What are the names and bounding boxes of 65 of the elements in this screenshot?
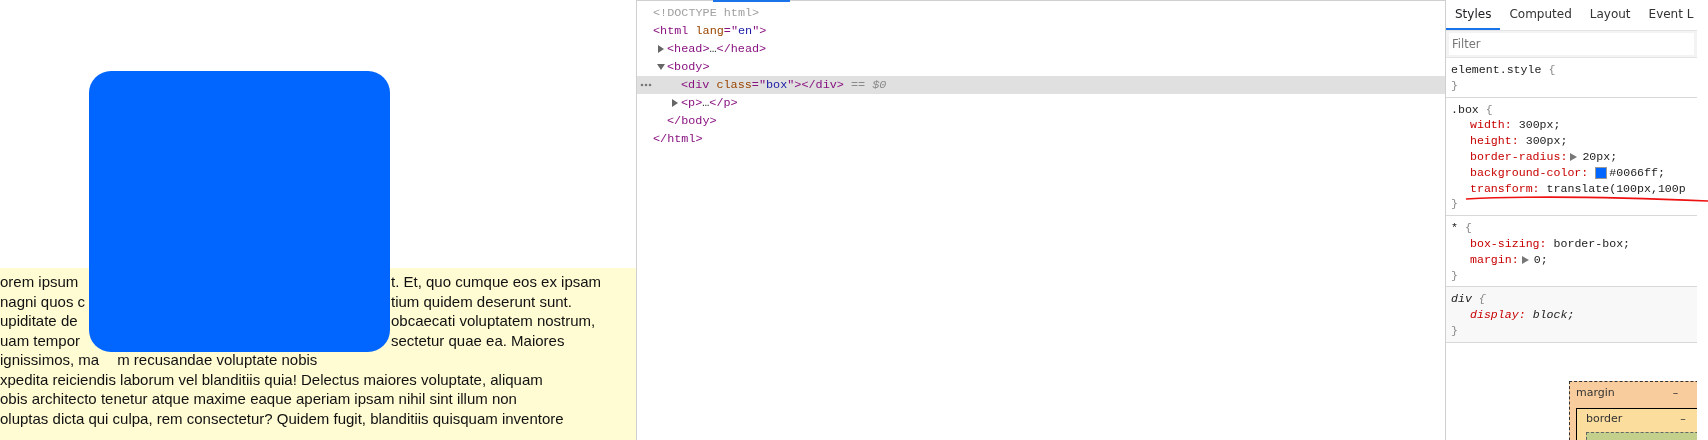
css-property: display: [1470,307,1526,323]
paragraph-text: t. Et, quo cumque eos ex ipsam [391,272,602,292]
closing-brace: } [1451,196,1458,213]
closing-brace: } [1451,77,1458,94]
dom-node-text: <p>…</p> [681,96,738,110]
paragraph-text: sectetur quae ea. Maiores [391,330,565,350]
css-value: block; [1532,307,1575,323]
dom-node-text: <body> [667,60,710,74]
collapsed-triangle-icon[interactable] [671,99,679,107]
css-value: 300px; [1525,133,1568,149]
box-model-value: – [1680,411,1686,427]
paragraph-line: xpedita reiciendis laborum vel blanditiis quia! Delectus maiores voluptate, aliquam [0,370,543,388]
css-value: translate(100px,100p [1546,180,1686,197]
css-selector: div { [1451,291,1486,308]
panel-tab[interactable]: Computed [1500,0,1581,30]
filter-field[interactable]: Filter [1449,33,1694,55]
paragraph-text: nagni quos c [0,291,87,311]
css-property: border-radius: [1470,149,1568,165]
paragraph-text: tium quidem deserunt sunt. [391,291,572,311]
css-selector: .box { [1451,101,1493,118]
dom-row[interactable]: <html lang="en"> [637,22,1445,40]
paragraph-text: ignissimos, ma [0,350,100,370]
closing-brace: } [1451,267,1458,284]
more-icon[interactable] [640,83,652,87]
box-model-label: margin [1576,385,1615,401]
css-property: margin: [1470,251,1519,268]
css-property: transform: [1470,180,1540,197]
css-property: background-color: [1470,164,1589,181]
css-value: 300px; [1518,117,1561,134]
css-selector: element.style { [1451,62,1556,78]
collapsed-triangle-icon[interactable] [657,45,665,53]
css-property: box-sizing: [1470,235,1547,252]
closing-brace: } [1451,322,1458,339]
expand-triangle-icon[interactable] [1570,152,1578,161]
expand-triangle-icon[interactable] [1521,255,1529,264]
paragraph-text: m recusandae voluptate nobis [117,350,318,370]
panel-tab[interactable]: Event L [1639,0,1697,30]
dom-node-text: <html lang="en"> [653,24,767,38]
css-value: border-box; [1553,235,1631,252]
dom-row[interactable]: <p>…</p> [637,94,1445,112]
css-property: height: [1470,133,1519,149]
paragraph-line: oluptas dicta qui culpa, rem consectetur? Quidem fugit, blanditiis quisquam inventore [0,409,564,427]
panel-tab[interactable]: Layout [1580,0,1640,30]
dom-node-text: </body> [667,114,717,128]
box-model-label: border [1586,411,1623,427]
dom-row[interactable]: <head>…</head> [637,40,1445,58]
dom-node-text: <div class="box"></div> == $0 [681,78,887,92]
paragraph-text: obcaecati voluptatem nostrum, [391,311,596,331]
css-property: width: [1470,117,1512,134]
css-value: 20px; [1582,149,1618,165]
css-selector: * { [1451,220,1472,236]
paragraph-line: obis architecto tenetur atque maxime eaque aperiam ipsam nihil sint illum non [0,390,517,407]
color-swatch[interactable] [1595,166,1608,179]
dom-node-text: </html> [653,132,703,146]
dom-row[interactable]: <div class="box"></div> == $0 [637,76,1445,94]
dom-node-text: <head>…</head> [667,42,767,56]
paragraph-text: uam tempor [0,330,82,350]
dom-row[interactable]: <body> [637,58,1445,76]
paragraph-text: upiditate de [0,311,79,331]
box-model-value: – [1672,385,1679,401]
dom-node-text: <!DOCTYPE html> [653,6,760,20]
css-value: #0066ff; [1609,164,1665,181]
css-value: 0; [1533,251,1548,268]
expanded-triangle-icon[interactable] [657,63,665,71]
paragraph-text: orem ipsum [0,272,80,292]
